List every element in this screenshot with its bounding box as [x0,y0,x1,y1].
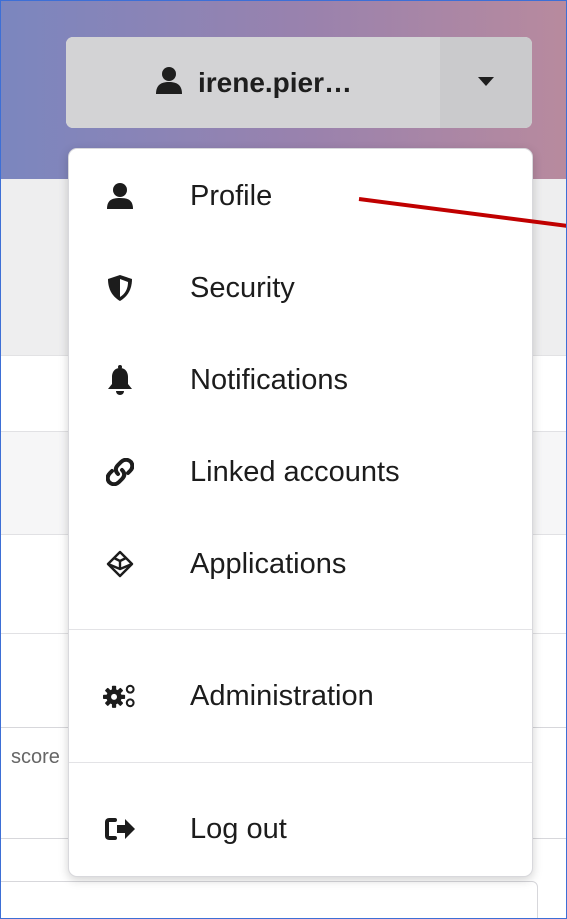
menu-item-log-out[interactable]: Log out [69,799,532,859]
bell-icon [103,363,137,397]
menu-divider [69,629,532,630]
menu-item-label: Linked accounts [190,456,400,488]
menu-item-administration[interactable]: Administration [69,666,532,726]
score-field-label: score [11,745,62,769]
gears-icon [103,679,137,713]
menu-item-label: Profile [190,180,273,212]
menu-item-applications[interactable]: Applications [69,534,532,594]
link-icon [103,455,137,489]
cube-icon [103,547,137,581]
user-icon [154,65,184,100]
user-menu-main[interactable]: irene.pier… [66,37,440,128]
menu-divider [69,762,532,763]
menu-item-label: Administration [190,680,374,712]
menu-item-profile[interactable]: Profile [69,166,532,226]
menu-item-linked-accounts[interactable]: Linked accounts [69,442,532,502]
user-dropdown-menu: Profile Security Notifications Linked ac… [68,148,533,877]
user-icon [103,179,137,213]
shield-icon [103,271,137,305]
caret-down-icon [477,74,495,92]
menu-item-label: Notifications [190,364,348,396]
user-menu-button[interactable]: irene.pier… [66,37,532,128]
menu-item-label: Security [190,272,295,304]
user-menu-toggle[interactable] [440,37,532,128]
app-frame: score irene.pier… Profile Security Notif… [0,0,567,919]
username-label: irene.pier… [197,66,353,98]
menu-item-label: Applications [190,548,347,580]
menu-item-label: Log out [190,813,287,845]
sign-out-icon [103,812,137,846]
menu-item-notifications[interactable]: Notifications [69,350,532,410]
menu-item-security[interactable]: Security [69,258,532,318]
form-field-box-bottom[interactable] [1,881,538,918]
